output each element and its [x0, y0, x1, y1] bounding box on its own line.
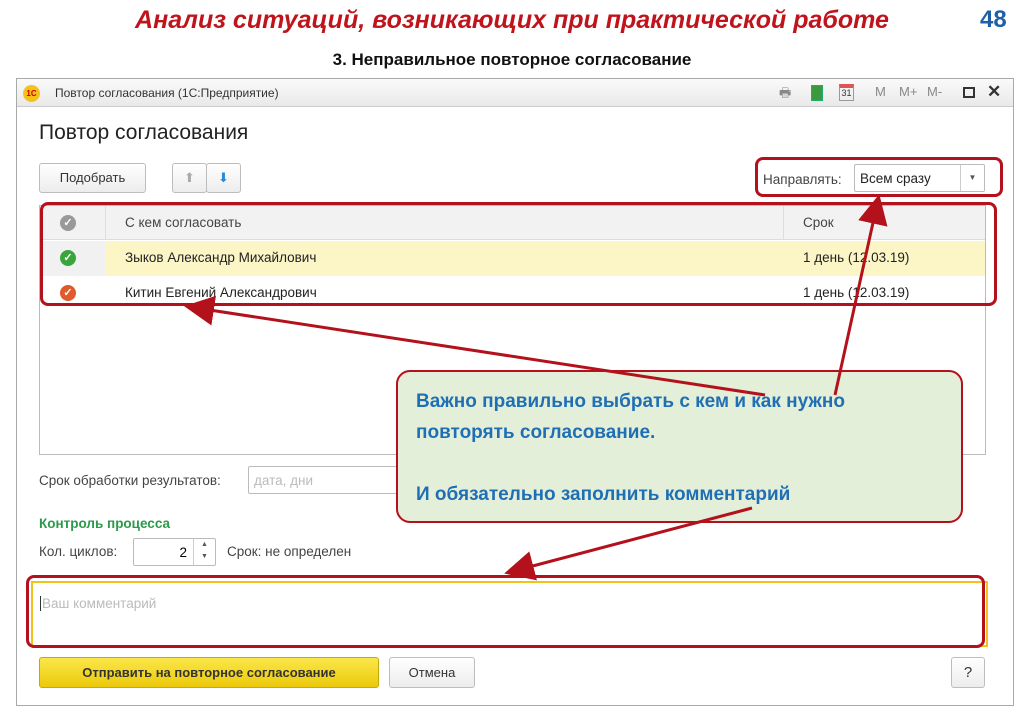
arrow-to-comment	[504, 506, 753, 581]
annotation-arrows	[184, 194, 888, 581]
arrow-to-table	[184, 295, 766, 397]
arrow-to-direct	[833, 194, 888, 396]
